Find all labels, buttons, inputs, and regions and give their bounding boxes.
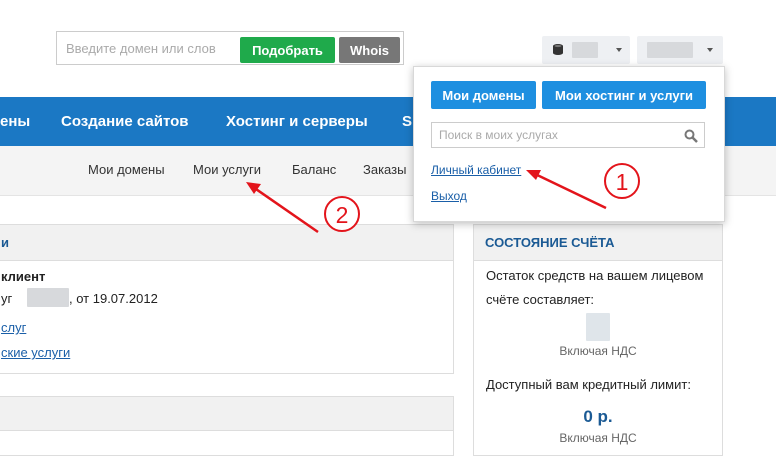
- logout-link[interactable]: Выход: [431, 189, 467, 203]
- chevron-down-icon: [707, 48, 713, 52]
- services-link[interactable]: слуг: [1, 320, 26, 335]
- chevron-down-icon: [616, 48, 622, 52]
- panel-title: и: [1, 235, 9, 250]
- blurred-username: [647, 42, 693, 58]
- credit-limit-value: 0 р.: [583, 407, 613, 426]
- subnav-my-domains[interactable]: Мои домены: [88, 162, 165, 177]
- balance-text-line1: Остаток средств на вашем лицевом: [486, 268, 704, 283]
- panel-header: [0, 397, 453, 431]
- personal-cabinet-link[interactable]: Личный кабинет: [431, 163, 521, 177]
- vat-label: Включая НДС: [559, 431, 637, 445]
- panel-header: СОСТОЯНИЕ СЧЁТА: [474, 225, 722, 261]
- account-state-title: СОСТОЯНИЕ СЧЁТА: [485, 235, 615, 250]
- panel-header: и: [0, 225, 453, 261]
- contract-date: , от 19.07.2012: [69, 291, 158, 306]
- whois-button[interactable]: Whois: [339, 37, 400, 63]
- services-search-input[interactable]: [439, 127, 674, 143]
- client-info-panel: и клиент уг , от 19.07.2012 слуг ские ус…: [0, 224, 454, 374]
- my-domains-button[interactable]: Мои домены: [431, 81, 536, 109]
- subnav-orders[interactable]: Заказы: [363, 162, 406, 177]
- subnav-my-services[interactable]: Мои услуги: [193, 162, 261, 177]
- nav-item-domains[interactable]: ены: [0, 97, 30, 146]
- services-search-box: [431, 122, 705, 148]
- balance-text-line2: счёте составляет:: [486, 292, 595, 307]
- nav-item-hosting[interactable]: Хостинг и серверы: [226, 97, 368, 146]
- account-state-panel: СОСТОЯНИЕ СЧЁТА Остаток средств на вашем…: [473, 224, 723, 456]
- my-hosting-button[interactable]: Мои хостинг и услуги: [542, 81, 706, 109]
- contract-prefix: уг: [1, 291, 13, 306]
- search-icon[interactable]: [684, 129, 698, 143]
- user-dropdown-menu: Мои домены Мои хостинг и услуги Личный к…: [413, 66, 725, 222]
- nav-item-site-creation[interactable]: Создание сайтов: [61, 97, 189, 146]
- secondary-panel: [0, 396, 454, 456]
- extra-services-link[interactable]: ские услуги: [1, 345, 70, 360]
- client-label: клиент: [1, 269, 46, 284]
- vat-label: Включая НДС: [559, 344, 637, 358]
- blurred-balance-amount: [586, 313, 610, 341]
- subnav-balance[interactable]: Баланс: [292, 162, 336, 177]
- user-menu-button[interactable]: [637, 36, 723, 64]
- blurred-balance: [572, 42, 598, 58]
- balance-dropdown-button[interactable]: [542, 36, 630, 64]
- domain-search-input[interactable]: [66, 39, 236, 57]
- nav-item-more[interactable]: S: [402, 97, 412, 146]
- blurred-contract-number: [27, 288, 69, 307]
- credit-limit-label: Доступный вам кредитный лимит:: [486, 377, 691, 392]
- pick-domain-button[interactable]: Подобрать: [240, 37, 335, 63]
- coins-icon: [553, 44, 563, 55]
